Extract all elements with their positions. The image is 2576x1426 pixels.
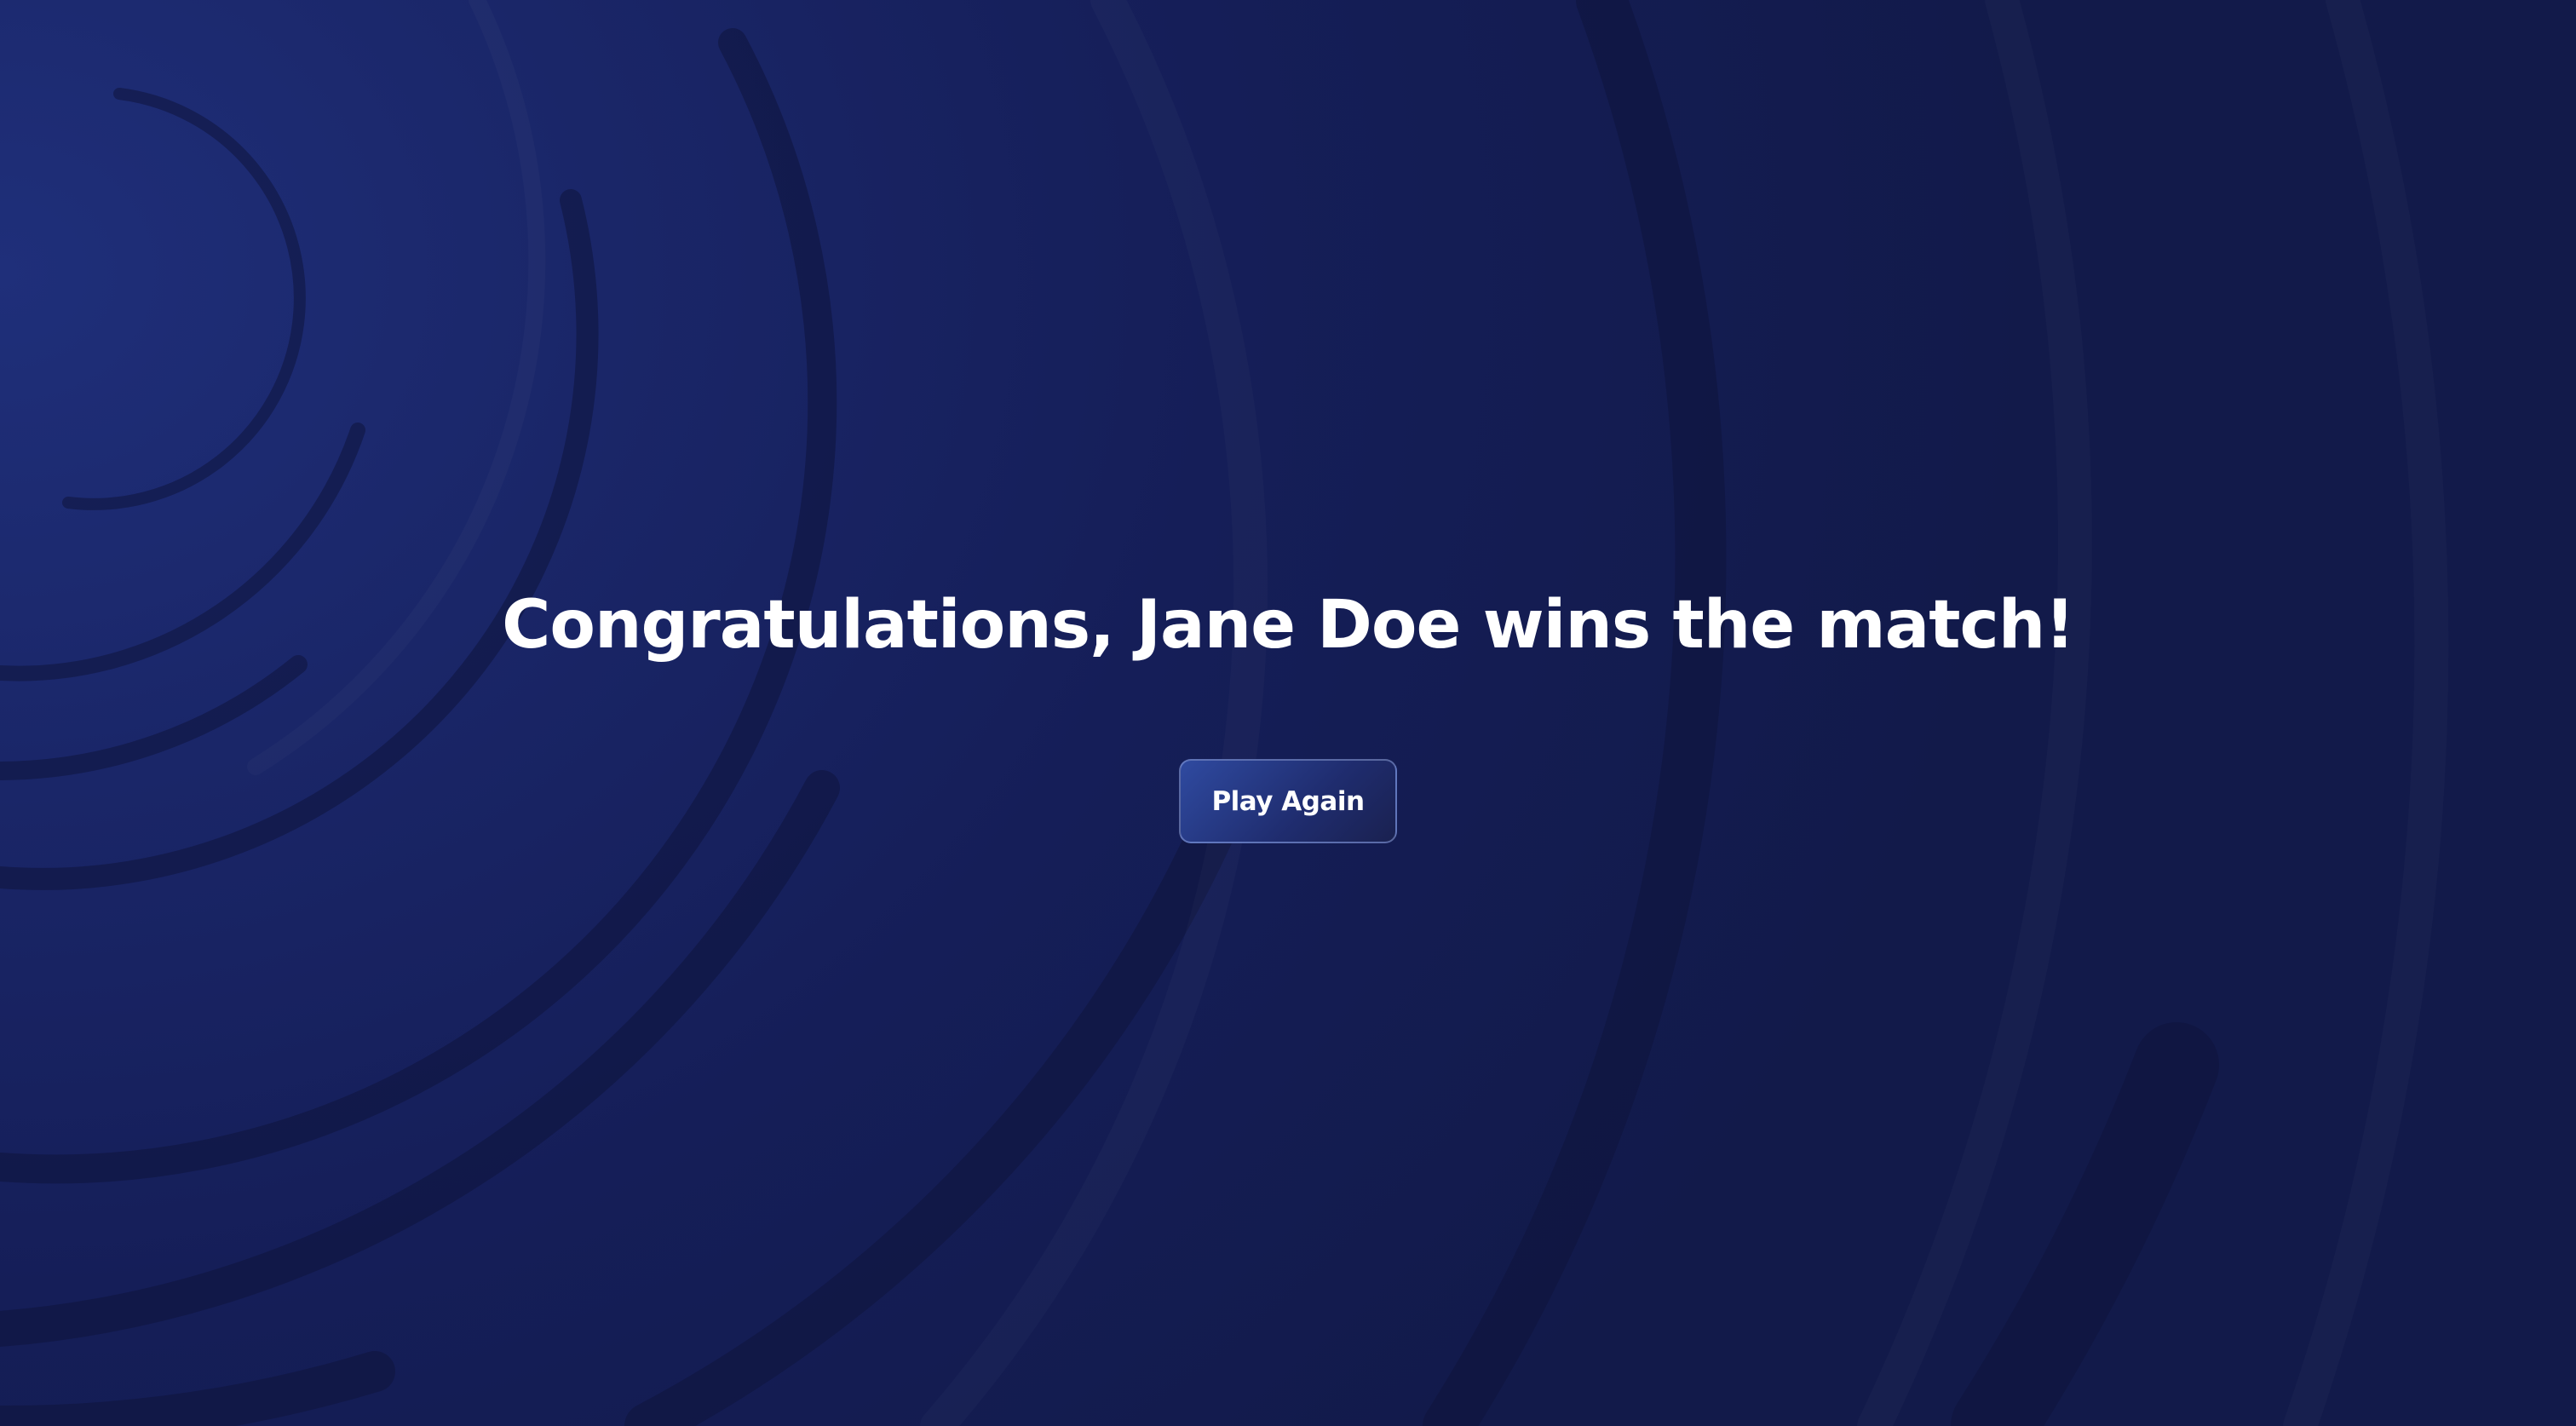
play-again-button[interactable]: Play Again <box>1179 759 1397 843</box>
winner-announcement: Congratulations, Jane Doe wins the match… <box>502 587 2075 664</box>
match-result-screen: Congratulations, Jane Doe wins the match… <box>0 0 2576 1426</box>
